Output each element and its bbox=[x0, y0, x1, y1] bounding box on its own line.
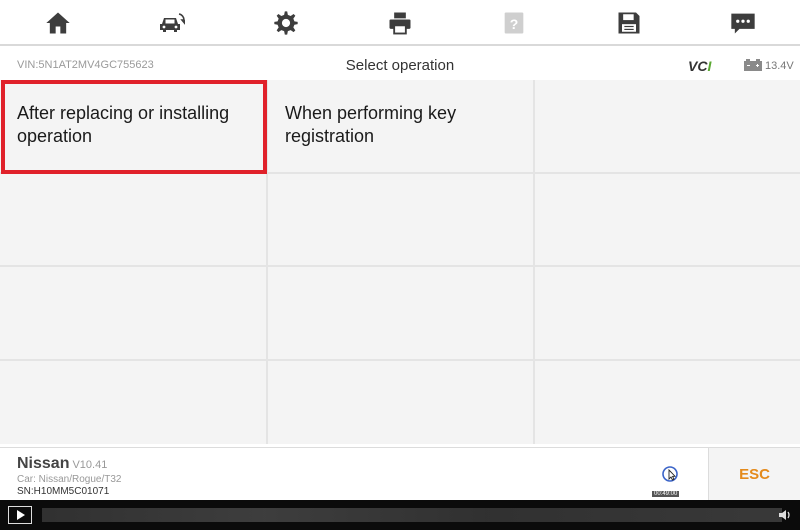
battery-icon bbox=[744, 59, 762, 71]
printer-icon[interactable] bbox=[384, 7, 416, 39]
battery-voltage: 13.4V bbox=[765, 60, 794, 72]
operation-cell-empty bbox=[268, 361, 533, 444]
volume-icon[interactable] bbox=[778, 508, 794, 522]
make-label: Nissan bbox=[17, 455, 70, 472]
serial-number: SN:H10MM5C01071 bbox=[17, 486, 110, 497]
vehicle-swap-icon[interactable] bbox=[155, 7, 187, 39]
operation-cell-empty bbox=[268, 267, 533, 359]
operation-cell-empty bbox=[535, 174, 800, 265]
operation-label: After replacing or installing operation bbox=[17, 103, 230, 146]
operation-cell-empty bbox=[535, 361, 800, 444]
svg-text:?: ? bbox=[510, 16, 519, 32]
esc-label: ESC bbox=[739, 465, 770, 483]
operation-cell-empty bbox=[0, 174, 266, 265]
video-player-bar bbox=[0, 500, 800, 530]
software-version: V10.41 bbox=[72, 459, 108, 471]
vci-text: VC bbox=[688, 58, 708, 74]
operation-label: When performing key registration bbox=[285, 103, 457, 146]
status-line: VIN:5N1AT2MV4GC755623 Select operation V… bbox=[0, 53, 800, 79]
feedback-icon[interactable] bbox=[727, 7, 759, 39]
cursor-pointer-icon bbox=[662, 466, 678, 482]
gear-icon[interactable] bbox=[270, 7, 302, 39]
vehicle-model: Car: Nissan/Rogue/T32 bbox=[17, 474, 122, 485]
video-progress-bar[interactable] bbox=[42, 508, 782, 522]
home-icon[interactable] bbox=[42, 7, 74, 39]
save-icon[interactable] bbox=[613, 7, 645, 39]
operation-cell-empty bbox=[0, 361, 266, 444]
operation-cell-empty bbox=[535, 267, 800, 359]
operation-cell-key-registration[interactable]: When performing key registration bbox=[268, 80, 533, 172]
esc-button[interactable]: ESC bbox=[708, 448, 800, 500]
cursor-timestamp: 00:49:00 bbox=[652, 491, 680, 497]
vehicle-make: Nissan V10.41 bbox=[17, 455, 107, 473]
vci-indicator: VCI bbox=[688, 58, 711, 74]
top-toolbar: ? bbox=[0, 0, 800, 46]
page-title: Select operation bbox=[345, 57, 455, 74]
operation-cell-empty bbox=[268, 174, 533, 265]
operation-cell-after-replacing[interactable]: After replacing or installing operation bbox=[0, 80, 266, 172]
vehicle-info-bar: Nissan V10.41 Car: Nissan/Rogue/T32 SN:H1… bbox=[0, 447, 800, 500]
play-icon[interactable] bbox=[8, 506, 32, 524]
help-icon[interactable]: ? bbox=[498, 7, 530, 39]
operation-cell-empty bbox=[535, 80, 800, 172]
operation-grid: After replacing or installing operation … bbox=[0, 80, 800, 444]
operation-cell-empty bbox=[0, 267, 266, 359]
vci-connected-mark: I bbox=[707, 58, 712, 74]
